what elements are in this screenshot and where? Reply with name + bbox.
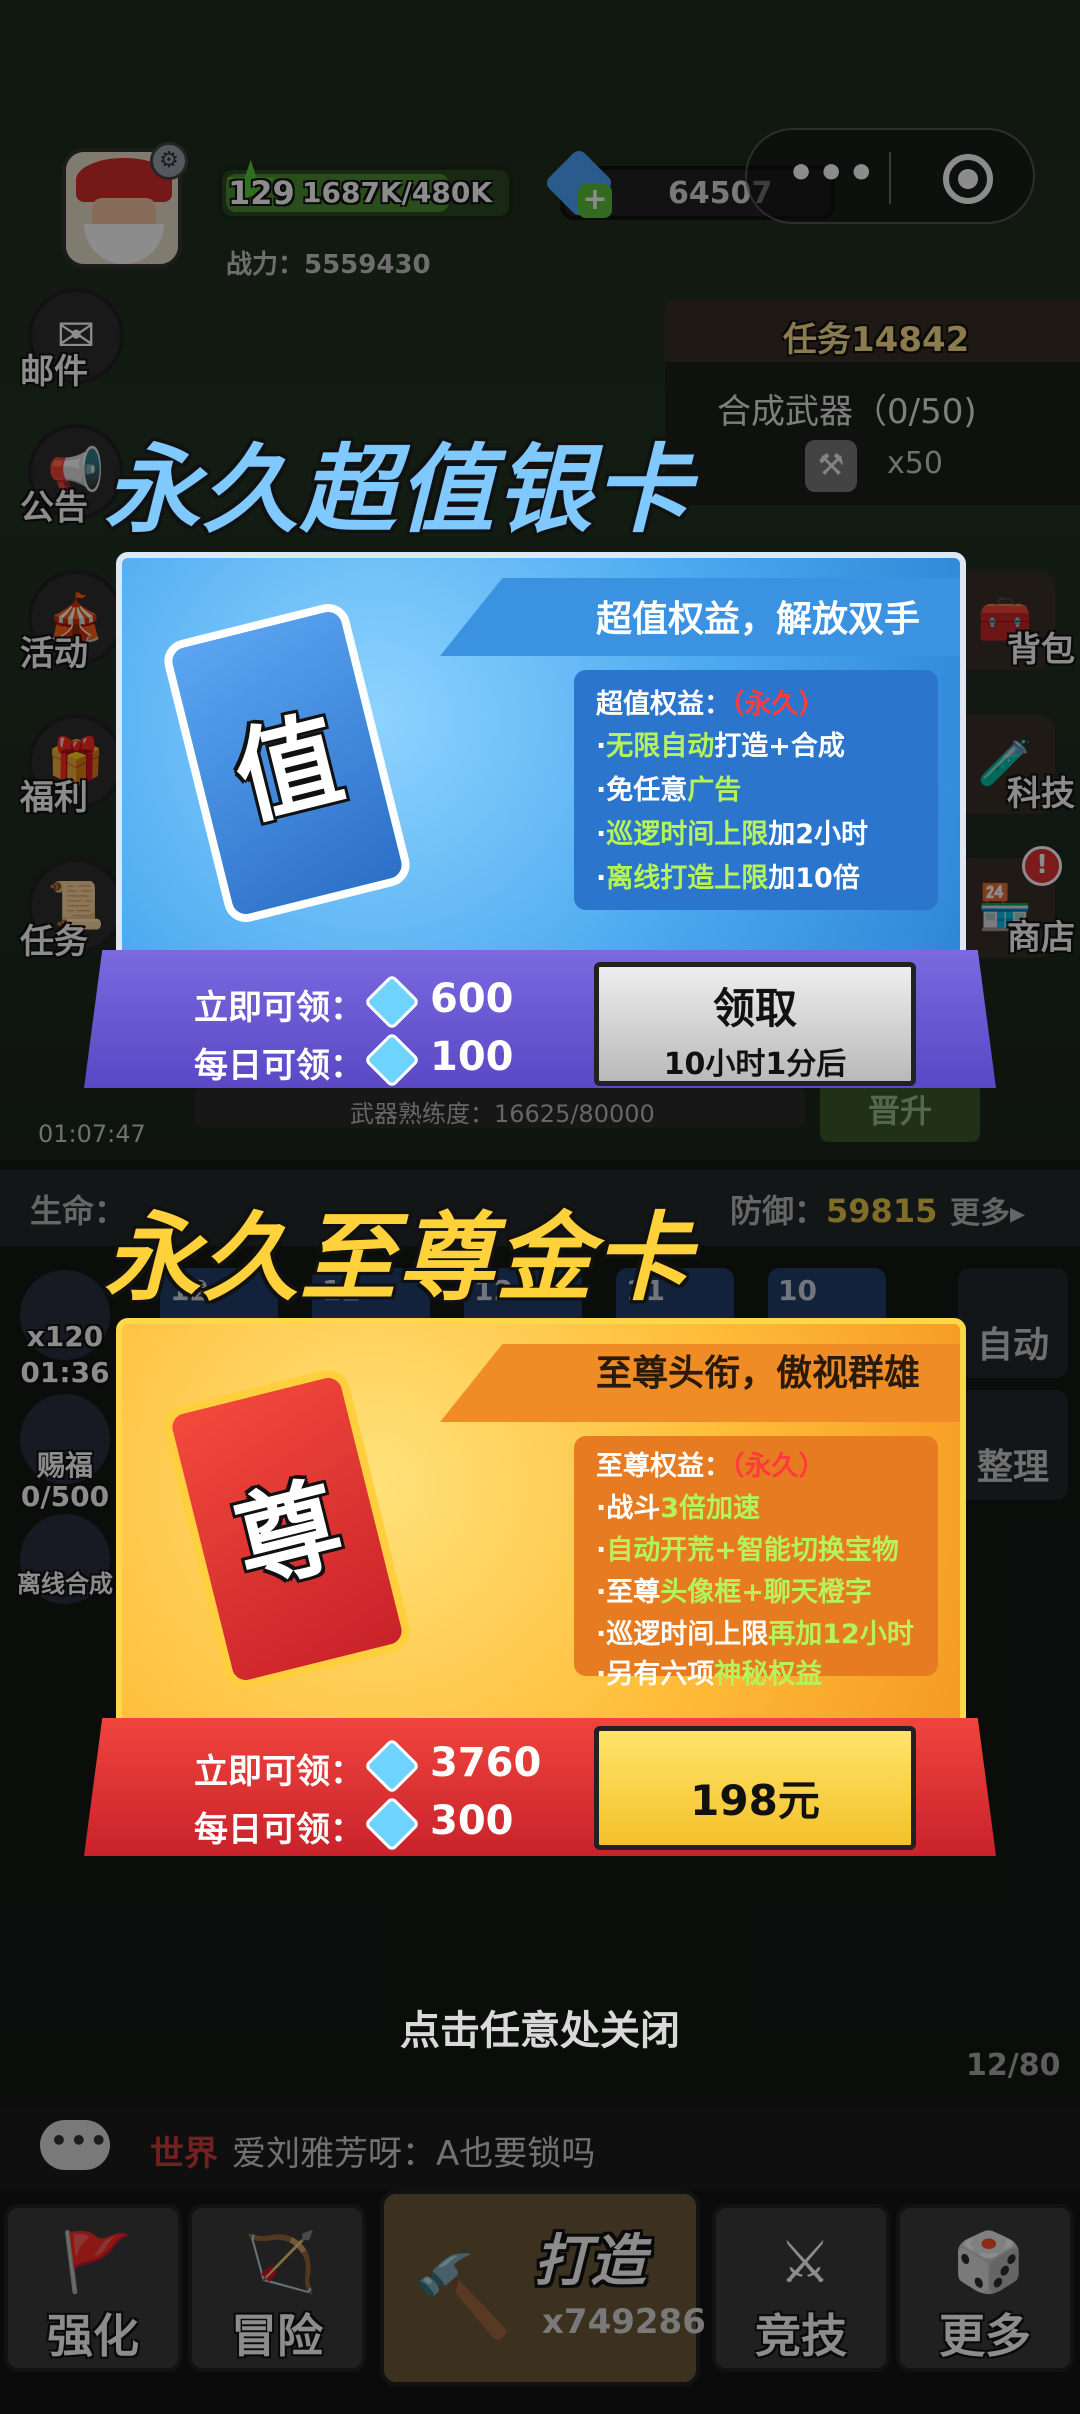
perk-line: ·巡逻时间上限加2小时 <box>596 812 868 851</box>
perk-line: ·另有六项神秘权益 <box>596 1652 822 1691</box>
perk-pre: ·战斗 <box>596 1493 661 1524</box>
gold-instant-label: 立即可领： <box>194 1752 364 1792</box>
perk-line: ·免任意广告 <box>596 768 741 807</box>
gold-daily-value: 300 <box>430 1798 514 1844</box>
buy-price-label: 198元 <box>690 1776 820 1825</box>
perks-head: 超值权益： <box>596 689 731 720</box>
silver-perks-box: 超值权益：（永久） ·无限自动打造+合成 ·免任意广告 ·巡逻时间上限加2小时 … <box>574 670 938 910</box>
perk-highlight: 神秘权益 <box>714 1659 823 1690</box>
silver-instant-value: 600 <box>430 976 514 1022</box>
perk-pre: · <box>596 1535 607 1566</box>
silver-card-slogan: 超值权益，解放双手 <box>595 599 920 640</box>
perk-highlight: 再加12小时 <box>768 1619 914 1650</box>
perk-highlight: 自动开荒+智能切换宝物 <box>606 1535 899 1566</box>
perk-highlight: 无限自动 <box>606 731 715 762</box>
gold-card-title: 永久至尊金卡 <box>104 1202 692 1314</box>
gold-card-slogan: 至尊头衔，傲视群雄 <box>595 1353 920 1394</box>
perk-post: 加2小时 <box>768 819 869 850</box>
perk-pre: ·巡逻时间上限 <box>596 1619 769 1650</box>
perk-highlight: 头像框+聊天橙字 <box>660 1577 872 1608</box>
gold-instant-value: 3760 <box>430 1740 542 1786</box>
perk-line: ·战斗3倍加速 <box>596 1486 760 1525</box>
gold-ticket-icon: 尊 <box>159 1365 415 1693</box>
perk-post: 打造+合成 <box>714 731 845 762</box>
silver-instant-label: 立即可领： <box>194 988 364 1028</box>
perk-pre: · <box>596 731 607 762</box>
silver-daily-value: 100 <box>430 1034 514 1080</box>
perk-pre: ·免任意 <box>596 775 688 806</box>
perk-highlight: 离线打造上限 <box>606 863 769 894</box>
perks-head: 至尊权益： <box>596 1451 731 1482</box>
claim-button-label: 领取 <box>712 984 797 1033</box>
perk-highlight: 巡逻时间上限 <box>606 819 769 850</box>
perk-pre: · <box>596 863 607 894</box>
perks-header: 超值权益：（永久） <box>596 682 826 721</box>
perk-post: 加10倍 <box>768 863 860 894</box>
perk-highlight: 广告 <box>687 775 742 806</box>
claim-cooldown: 10小时1分后 <box>663 1047 847 1082</box>
buy-gold-card-button[interactable]: 198元 <box>594 1726 916 1850</box>
perk-line: ·离线打造上限加10倍 <box>596 856 860 895</box>
silver-daily-label: 每日可领： <box>194 1046 364 1086</box>
perk-line: ·至尊头像框+聊天橙字 <box>596 1570 872 1609</box>
gold-daily-label: 每日可领： <box>194 1810 364 1850</box>
perk-line: ·无限自动打造+合成 <box>596 724 845 763</box>
perks-permanent: （永久） <box>731 1451 826 1482</box>
close-hint[interactable]: 点击任意处关闭 <box>0 1998 1080 2056</box>
gold-perks-box: 至尊权益：（永久） ·战斗3倍加速 ·自动开荒+智能切换宝物 ·至尊头像框+聊天… <box>574 1436 938 1690</box>
silver-card-title: 永久超值银卡 <box>104 434 692 546</box>
gold-ticket-char: 尊 <box>223 1463 354 1607</box>
silver-ticket-icon: 值 <box>159 599 415 927</box>
perk-highlight: 3倍加速 <box>660 1493 761 1524</box>
perk-pre: ·至尊 <box>596 1577 661 1608</box>
silver-ticket-char: 值 <box>223 697 354 841</box>
perk-line: ·自动开荒+智能切换宝物 <box>596 1528 899 1567</box>
perk-pre: · <box>596 819 607 850</box>
perk-pre: ·另有六项 <box>596 1659 715 1690</box>
perks-header: 至尊权益：（永久） <box>596 1444 826 1483</box>
perk-line: ·巡逻时间上限再加12小时 <box>596 1612 914 1651</box>
perks-permanent: （永久） <box>731 689 826 720</box>
claim-button[interactable]: 领取 10小时1分后 <box>594 962 916 1086</box>
